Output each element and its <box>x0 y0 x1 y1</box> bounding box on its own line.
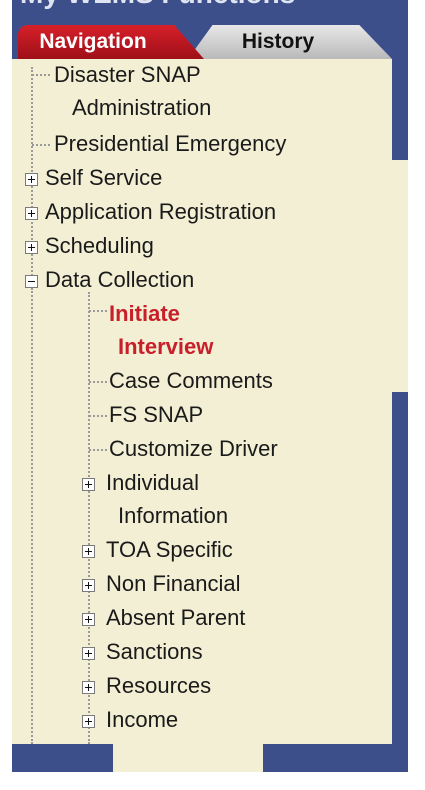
tree-item-application-registration[interactable]: Application Registration <box>45 195 276 228</box>
expand-icon[interactable] <box>82 715 95 728</box>
tree-item-label: Disaster SNAP <box>54 62 201 87</box>
tree-item-absent-parent[interactable]: Absent Parent <box>106 601 245 634</box>
expand-icon[interactable] <box>82 478 95 491</box>
bottom-footer-box <box>113 744 263 772</box>
tree-item-label: Initiate <box>109 301 180 326</box>
tree-item-non-financial[interactable]: Non Financial <box>106 567 241 600</box>
navigation-tree: Disaster SNAP Administration Presidentia… <box>12 59 392 744</box>
tree-item-label: Information <box>118 503 229 528</box>
tree-item-label: Administration <box>72 95 212 120</box>
tree-item-data-collection[interactable]: Data Collection <box>45 263 194 296</box>
tree-connector-line <box>89 415 107 417</box>
expand-icon[interactable] <box>82 545 95 558</box>
tree-connector-line <box>89 449 107 451</box>
tab-history[interactable]: History <box>188 25 392 59</box>
tree-connector-line <box>32 74 50 76</box>
tree-connector-line <box>89 381 107 383</box>
tree-item-case-comments[interactable]: Case Comments <box>109 364 273 397</box>
tree-item-disaster-snap-administration-line2[interactable]: Administration <box>72 91 211 124</box>
frame-header-title: My WEMS Functions <box>20 0 295 10</box>
tree-item-income[interactable]: Income <box>106 703 178 736</box>
tree-item-initiate-interview-line2[interactable]: Interview <box>118 330 213 363</box>
nav-frame: My WEMS Functions History Navigation Dis… <box>12 0 408 772</box>
tree-item-customize-driver[interactable]: Customize Driver <box>109 432 278 465</box>
tree-item-self-service[interactable]: Self Service <box>45 161 162 194</box>
panel-edge-strip <box>392 160 408 392</box>
expand-icon[interactable] <box>25 207 38 220</box>
tree-connector-line <box>32 144 50 146</box>
expand-icon[interactable] <box>82 647 95 660</box>
tree-item-label: Individual <box>106 470 199 495</box>
expand-icon[interactable] <box>25 173 38 186</box>
tree-item-label: Interview <box>118 334 214 359</box>
tree-item-disaster-snap-administration[interactable]: Disaster SNAP <box>54 58 201 91</box>
expand-icon[interactable] <box>82 681 95 694</box>
expand-icon[interactable] <box>82 613 95 626</box>
tree-connector-line <box>88 292 90 744</box>
tree-item-toa-specific[interactable]: TOA Specific <box>106 533 233 566</box>
expand-icon[interactable] <box>25 241 38 254</box>
expand-icon[interactable] <box>82 579 95 592</box>
collapse-icon[interactable] <box>25 275 38 288</box>
tree-item-fs-snap[interactable]: FS SNAP <box>109 398 203 431</box>
tree-item-individual-information-line2[interactable]: Information <box>118 499 228 532</box>
navigation-tree-panel: Disaster SNAP Administration Presidentia… <box>12 59 392 744</box>
tree-item-sanctions[interactable]: Sanctions <box>106 635 203 668</box>
nav-tab-strip: History Navigation <box>12 21 408 61</box>
tree-item-individual-information[interactable]: Individual <box>106 466 199 499</box>
tree-item-initiate-interview[interactable]: Initiate <box>109 297 180 330</box>
tree-item-scheduling[interactable]: Scheduling <box>45 229 154 262</box>
tree-connector-line <box>31 288 33 744</box>
tree-item-resources[interactable]: Resources <box>106 669 211 702</box>
tree-connector-line <box>89 310 107 312</box>
tree-item-presidential-emergency[interactable]: Presidential Emergency <box>54 127 286 160</box>
tab-navigation[interactable]: Navigation <box>18 25 204 59</box>
